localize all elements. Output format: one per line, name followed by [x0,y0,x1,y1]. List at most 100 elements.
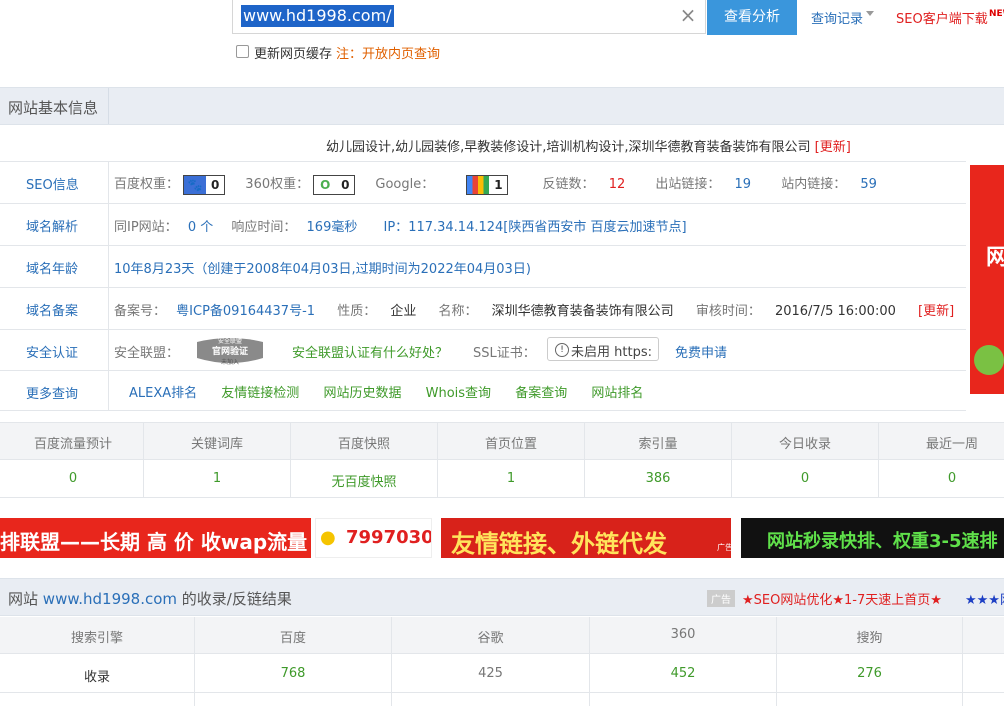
site-title-text: 幼儿园设计,幼儿园装修,早教装修设计,培训机构设计,深圳华德教育装备装饰有限公司 [326,140,811,155]
update-cache-label[interactable]: 更新网页缓存 [254,43,332,62]
row-divider [0,203,966,204]
qq-penguin-icon: ● [320,527,336,548]
ad-banner-friendlink[interactable]: 友情链接、外链代发 广告 [441,518,731,558]
free-apply-link[interactable]: 免费申请 [675,342,727,361]
stats-value-index[interactable]: 386 [585,471,731,486]
more-queries-links: ALEXA排名 友情链接检测 网站历史数据 Whois查询 备案查询 网站排名 [129,382,643,401]
ad-banner-fast-rank[interactable]: 网站秒录快排、权重3-5速排 [741,518,1004,558]
ad-banner-friendlink-tag: 广告 [717,543,731,552]
promo-link-2[interactable]: ★★★网 [965,589,1004,608]
clear-icon[interactable]: × [678,5,698,25]
query-log-link[interactable]: 查询记录 [811,8,863,27]
history-data-link[interactable]: 网站历史数据 [323,386,401,401]
nature-label: 性质： [337,304,377,319]
friendlink-check-link[interactable]: 友情链接检测 [221,386,299,401]
stats-bottom-line [0,497,1004,498]
update-cache-checkbox[interactable] [236,45,249,58]
row-divider [0,161,966,162]
warning-icon: ! [555,343,569,357]
icp-label: 域名备案 [26,304,79,319]
index-row-label: 收录 [83,670,110,685]
index-sogou-value[interactable]: 276 [777,666,962,681]
header-search-engine: 搜索引擎 [70,631,123,646]
index-title-domain[interactable]: www.hd1998.com [43,590,177,608]
seo-client-download-link[interactable]: SEO客户端下载 [896,8,988,27]
baidu-weight-badge[interactable]: 🐾 0 [183,174,226,195]
alliance-label: 安全联盟： [114,346,180,361]
row-divider [0,410,966,411]
alexa-rank-link[interactable]: ALEXA排名 [129,386,197,401]
domain-age-value: 10年8月23天（创建于2008年04月03日,过期时间为2022年04月03日… [114,262,531,277]
header-baidu: 百度 [279,631,306,646]
index-section-title: 网站 www.hd1998.com 的收录/反链结果 [8,588,292,609]
ip-value[interactable]: 117.34.14.124[陕西省西安市 百度云加速节点] [408,220,686,235]
stats-header-snapshot: 百度快照 [337,437,390,452]
analyze-button[interactable]: 查看分析 [707,0,797,35]
site-title-update-link[interactable]: [更新] [815,140,851,155]
index-title-prefix: 网站 [8,590,39,608]
stats-value-baidu-traffic[interactable]: 0 [0,471,146,486]
alliance-benefit-link[interactable]: 安全联盟认证有什么好处？ [292,342,448,361]
stats-header-today: 今日收录 [778,437,831,452]
label-column-divider [108,162,109,410]
https-status-text: 未启用 https: [571,345,652,360]
index-title-suffix: 的收录/反链结果 [181,590,292,608]
same-ip-value[interactable]: 0 个 [188,220,213,235]
ad-banner-qq-text: 7997030 [346,527,432,548]
basic-info-header [0,87,1004,125]
seo-info-row: 百度权重： 🐾 0 360权重： O0 Google： 1 反链数： 12 出站链… [114,173,877,195]
stats-value-week[interactable]: 0 [879,471,1004,486]
search-input[interactable]: www.hd1998.com/ [241,5,394,27]
stats-value-home-position[interactable]: 1 [438,471,584,486]
stats-value-today[interactable]: 0 [732,471,878,486]
index-360-value[interactable]: 452 [590,666,776,681]
baidu-paw-icon: 🐾 [184,175,207,194]
dns-label: 域名解析 [26,220,79,235]
new-badge: NEW [989,9,1004,19]
index-google-value[interactable]: 425 [392,666,589,681]
outlinks-value[interactable]: 19 [735,177,752,192]
ad-label: 广告 [707,590,735,607]
ad-banner-qq[interactable]: ● 7997030 [315,518,432,558]
icp-row: 备案号： 粤ICP备09164437号-1 性质： 企业 名称： 深圳华德教育装… [114,300,954,319]
stats-header-index: 索引量 [638,437,678,452]
col-divider [962,617,963,706]
inlinks-value[interactable]: 59 [860,177,877,192]
seal-main-text: 官网验证 [212,345,248,357]
index-baidu-value[interactable]: 768 [195,666,391,681]
alliance-seal-badge[interactable]: 安全联盟 官网验证 未加入 [189,336,271,367]
index-table-line [0,692,1004,693]
company-name-label: 名称： [438,304,478,319]
cache-note: 注：开放内页查询 [336,47,441,62]
side-ad-text: 网 [982,245,1004,267]
stats-header-baidu-traffic: 百度流量预计 [33,437,112,452]
security-label: 安全认证 [26,346,79,361]
site-title: 幼儿园设计,幼儿园装修,早教装修设计,培训机构设计,深圳华德教育装备装饰有限公司… [326,136,851,155]
weight-360-badge[interactable]: O0 [313,174,356,195]
baidu-weight-value: 0 [210,177,220,192]
seo-promo-link[interactable]: ★SEO网站优化★1-7天速上首页★ [742,589,942,608]
google-icon [467,175,490,194]
backlinks-label: 反链数： [542,177,595,192]
baidu-weight-label: 百度权重： [114,177,180,192]
google-badge[interactable]: 1 [466,174,509,195]
site-rank-link[interactable]: 网站排名 [591,386,643,401]
more-queries-label: 更多查询 [26,387,79,402]
stats-value-snapshot[interactable]: 无百度快照 [291,471,437,490]
stats-header-week: 最近一周 [925,437,978,452]
weight-360-value: 0 [341,177,350,192]
chevron-down-icon[interactable] [866,11,874,16]
stats-header-keywords: 关键词库 [190,437,243,452]
icp-num-value[interactable]: 粤ICP备09164437号-1 [176,304,315,319]
header-sogou: 搜狗 [856,631,883,646]
icp-update-link[interactable]: [更新] [918,304,954,319]
stats-value-keywords[interactable]: 1 [144,471,290,486]
ad-banner-wap-traffic[interactable]: 排联盟——长期 高 价 收wap流量 [0,518,311,558]
whois-link[interactable]: Whois查询 [426,386,491,401]
icp-query-link[interactable]: 备案查询 [515,386,567,401]
row-divider [0,329,966,330]
header-google: 谷歌 [477,631,504,646]
weight-360-label: 360权重： [245,177,310,192]
backlinks-value[interactable]: 12 [609,177,626,192]
ad-banner-wap-traffic-text: 排联盟——长期 高 价 收wap流量 [0,530,308,554]
